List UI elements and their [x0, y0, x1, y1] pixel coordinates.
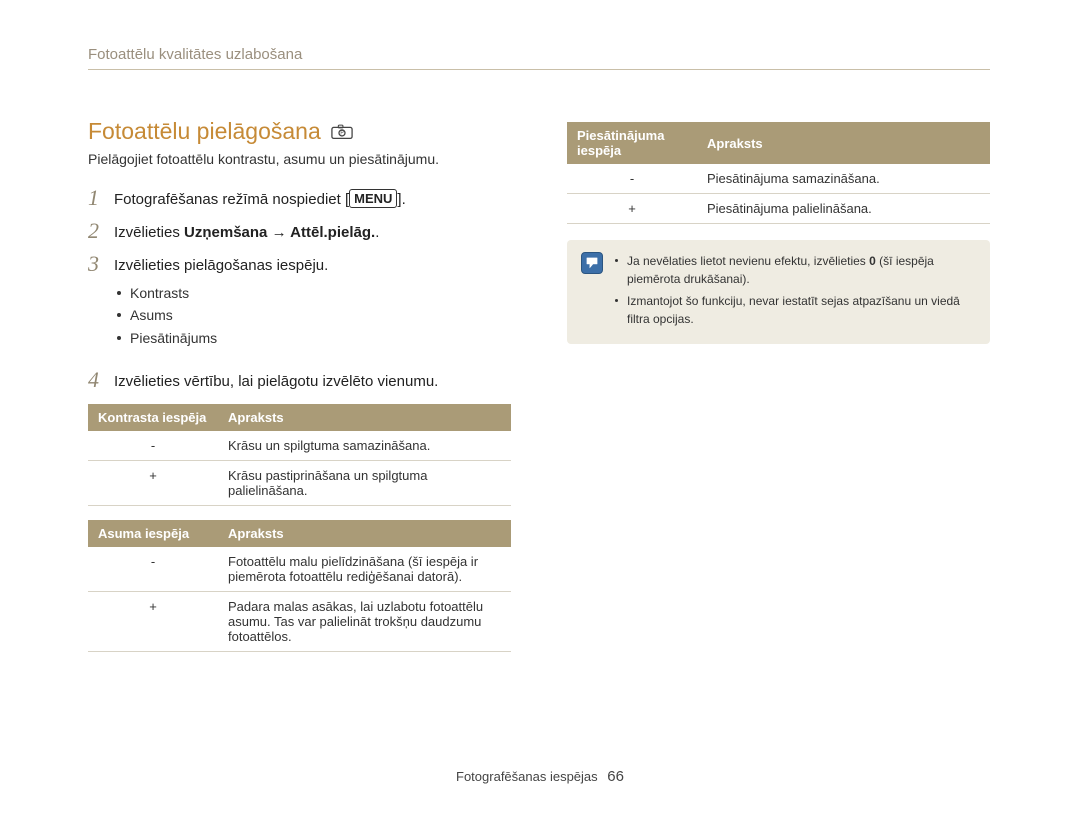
page-footer: Fotografēšanas iespējas 66: [0, 768, 1080, 785]
step-text: Fotografēšanas režīmā nospiediet [: [114, 191, 349, 208]
info-icon: [581, 252, 603, 274]
camera-icon: P: [331, 124, 353, 140]
step-number: 2: [88, 220, 114, 242]
desc-cell: Fotoattēlu malu pielīdzināšana (šī iespē…: [218, 547, 511, 592]
step-2: 2 Izvēlieties Uzņemšana → Attēl.pielāg..: [88, 222, 511, 243]
option-item: Piesātinājums: [116, 327, 511, 349]
note-box: Ja nevēlaties lietot nevienu efektu, izv…: [567, 240, 990, 344]
desc-cell: Krāsu pastiprināšana un spilgtuma paliel…: [218, 461, 511, 506]
note-list: Ja nevēlaties lietot nevienu efektu, izv…: [615, 252, 976, 332]
desc-cell: Krāsu un spilgtuma samazināšana.: [218, 431, 511, 461]
option-cell: +: [88, 592, 218, 652]
step-text: ].: [397, 191, 405, 208]
table-row: + Padara malas asākas, lai uzlabotu foto…: [88, 592, 511, 652]
table-header: Apraksts: [218, 520, 511, 547]
table-header: Piesātinājuma iespēja: [567, 122, 697, 164]
desc-cell: Padara malas asākas, lai uzlabotu fotoat…: [218, 592, 511, 652]
option-item: Kontrasts: [116, 282, 511, 304]
table-header: Apraksts: [218, 404, 511, 431]
option-cell: -: [88, 547, 218, 592]
note-item: Izmantojot šo funkciju, nevar iestatīt s…: [615, 292, 976, 328]
step-4: 4 Izvēlieties vērtību, lai pielāgotu izv…: [88, 371, 511, 392]
step-number: 3: [88, 253, 114, 275]
option-item: Asums: [116, 304, 511, 326]
table-header: Kontrasta iespēja: [88, 404, 218, 431]
sharpness-table: Asuma iespēja Apraksts - Fotoattēlu malu…: [88, 520, 511, 652]
step-3-options: Kontrasts Asums Piesātinājums: [116, 282, 511, 349]
step-1: 1 Fotografēšanas režīmā nospiediet [MENU…: [88, 189, 511, 210]
step-text: Izvēlieties pielāgošanas iespēju.: [114, 257, 328, 274]
table-row: - Piesātinājuma samazināšana.: [567, 164, 990, 194]
breadcrumb: Fotoattēlu kvalitātes uzlabošana: [88, 46, 990, 70]
step-text: .: [375, 224, 379, 241]
step-text: Izvēlieties: [114, 224, 184, 241]
footer-label: Fotografēšanas iespējas: [456, 769, 598, 784]
left-column: Fotoattēlu pielāgošana P Pielāgojiet fot…: [88, 118, 511, 666]
desc-cell: Piesātinājuma palielināšana.: [697, 194, 990, 224]
note-bold: 0: [869, 254, 876, 268]
step-3: 3 Izvēlieties pielāgošanas iespēju. Kont…: [88, 255, 511, 359]
table-row: + Piesātinājuma palielināšana.: [567, 194, 990, 224]
section-intro: Pielāgojiet fotoattēlu kontrastu, asumu …: [88, 151, 511, 167]
section-title-text: Fotoattēlu pielāgošana: [88, 118, 321, 145]
table-row: - Fotoattēlu malu pielīdzināšana (šī ies…: [88, 547, 511, 592]
page-number: 66: [607, 768, 624, 785]
menu-path: Uzņemšana → Attēl.pielāg.: [184, 224, 375, 241]
table-row: - Krāsu un spilgtuma samazināšana.: [88, 431, 511, 461]
right-column: Piesātinājuma iespēja Apraksts - Piesāti…: [567, 118, 990, 666]
table-row: + Krāsu pastiprināšana un spilgtuma pali…: [88, 461, 511, 506]
steps-list: 1 Fotografēšanas režīmā nospiediet [MENU…: [88, 189, 511, 392]
note-text: Ja nevēlaties lietot nevienu efektu, izv…: [627, 254, 869, 268]
table-header: Asuma iespēja: [88, 520, 218, 547]
section-title: Fotoattēlu pielāgošana P: [88, 118, 511, 145]
step-number: 4: [88, 369, 114, 391]
step-text: Izvēlieties vērtību, lai pielāgotu izvēl…: [114, 371, 511, 392]
option-cell: -: [88, 431, 218, 461]
saturation-table: Piesātinājuma iespēja Apraksts - Piesāti…: [567, 122, 990, 224]
contrast-table: Kontrasta iespēja Apraksts - Krāsu un sp…: [88, 404, 511, 506]
step-number: 1: [88, 187, 114, 209]
option-cell: +: [88, 461, 218, 506]
option-cell: -: [567, 164, 697, 194]
table-header: Apraksts: [697, 122, 990, 164]
desc-cell: Piesātinājuma samazināšana.: [697, 164, 990, 194]
note-item: Ja nevēlaties lietot nevienu efektu, izv…: [615, 252, 976, 288]
option-cell: +: [567, 194, 697, 224]
menu-button-label: MENU: [349, 189, 397, 208]
